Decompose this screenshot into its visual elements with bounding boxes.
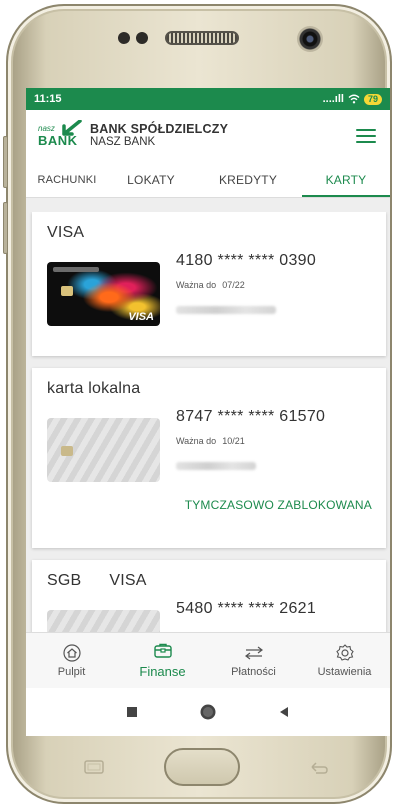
circle-icon <box>200 704 216 720</box>
status-time: 11:15 <box>34 93 62 105</box>
nav-platnosci[interactable]: Płatności <box>208 633 299 688</box>
valid-date: 10/21 <box>222 436 245 446</box>
bottom-navigation: Pulpit Finanse Płatności Ustawienia <box>26 632 390 688</box>
card-item[interactable]: VISA VISA 4180 **** **** 0390 Ważna do 07… <box>32 212 386 356</box>
card-number: 5480 **** **** 2621 <box>176 600 317 617</box>
front-camera <box>297 26 323 52</box>
nav-ustawienia[interactable]: Ustawienia <box>299 633 390 688</box>
card-item[interactable]: SGB VISA 5480 **** **** 2621 <box>32 560 386 632</box>
back-triangle-icon <box>280 707 288 717</box>
home-button[interactable] <box>196 700 220 724</box>
tab-rachunki[interactable]: RACHUNKI <box>26 162 108 197</box>
tab-bar: RACHUNKI LOKATY KREDYTY KARTY <box>26 162 390 198</box>
hamburger-menu-icon[interactable] <box>356 129 376 143</box>
recents-button[interactable] <box>120 700 144 724</box>
card-image <box>47 418 160 482</box>
card-holder-name-blurred <box>176 306 276 314</box>
logo-arrow-icon <box>62 120 82 136</box>
square-icon <box>127 707 137 717</box>
sensor-dot <box>118 32 130 44</box>
card-chip <box>61 446 73 456</box>
visa-logo: VISA <box>128 311 154 323</box>
nav-finanse[interactable]: Finanse <box>117 633 208 688</box>
valid-date: 07/22 <box>222 280 245 290</box>
card-item[interactable]: karta lokalna 8747 **** **** 61570 Ważna… <box>32 368 386 548</box>
transfer-arrows-icon <box>244 646 263 659</box>
card-type: karta lokalna <box>47 380 141 397</box>
hardware-recents-icon <box>84 760 104 774</box>
signal-icon: ....ıll <box>322 93 344 105</box>
card-chip <box>61 286 73 296</box>
nav-label: Pulpit <box>57 665 86 678</box>
card-holder-name-blurred <box>176 462 256 470</box>
card-status-badge: TYMCZASOWO ZABLOKOWANA <box>184 498 372 512</box>
nav-label: Płatności <box>231 665 276 678</box>
card-number: 4180 **** **** 0390 <box>176 252 317 269</box>
card-number: 8747 **** **** 61570 <box>176 408 326 425</box>
tab-lokaty[interactable]: LOKATY <box>108 162 194 197</box>
bank-title: BANK SPÓŁDZIELCZY <box>90 122 229 136</box>
logo-small-text: nasz <box>38 124 55 133</box>
nav-label: Ustawienia <box>317 665 372 678</box>
valid-label: Ważna do <box>176 436 217 446</box>
phone-screen: 11:15 ....ıll 79 nasz BANK BANK SPÓŁDZIE… <box>26 88 390 736</box>
wallet-icon <box>153 643 172 658</box>
hardware-back-icon <box>311 762 328 774</box>
volume-down-button <box>3 202 8 254</box>
card-type: SGB VISA <box>47 572 147 589</box>
app-header: nasz BANK BANK SPÓŁDZIELCZY NASZ BANK <box>26 110 390 162</box>
home-icon <box>62 643 81 662</box>
card-list[interactable]: VISA VISA 4180 **** **** 0390 Ważna do 07… <box>26 212 390 632</box>
gear-icon <box>335 643 354 661</box>
battery-icon: 79 <box>363 93 382 105</box>
back-button[interactable] <box>272 700 296 724</box>
wifi-icon <box>348 94 360 104</box>
nav-pulpit[interactable]: Pulpit <box>26 633 117 688</box>
sensor-dot <box>136 32 148 44</box>
earpiece-speaker <box>165 31 239 45</box>
card-image: VISA <box>47 262 160 326</box>
hardware-home-button[interactable] <box>164 748 240 786</box>
system-navigation-bar <box>26 688 390 736</box>
tab-karty[interactable]: KARTY <box>302 162 390 197</box>
bank-logo: nasz BANK <box>36 120 84 152</box>
tab-kredyty[interactable]: KREDYTY <box>194 162 302 197</box>
bank-subtitle: NASZ BANK <box>90 136 156 148</box>
card-image <box>47 610 160 632</box>
status-bar: 11:15 ....ıll 79 <box>26 88 390 110</box>
card-type: VISA <box>47 224 85 241</box>
valid-label: Ważna do <box>176 280 217 290</box>
nav-label: Finanse <box>139 664 186 679</box>
volume-up-button <box>3 136 8 188</box>
